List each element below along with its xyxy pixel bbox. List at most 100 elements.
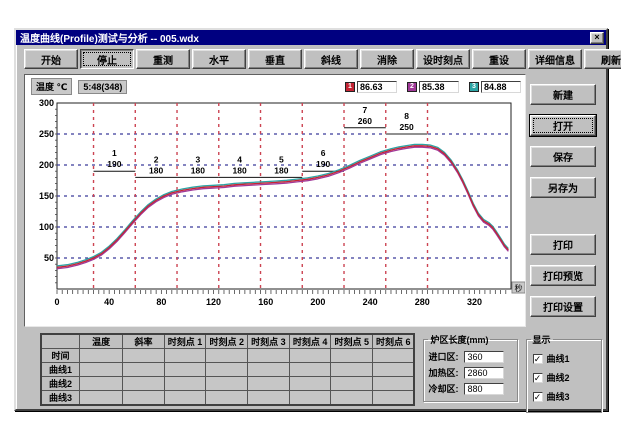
zone-number-label: 1 bbox=[112, 148, 117, 158]
table-cell bbox=[289, 391, 331, 406]
legend-temperature-value: 86.63 bbox=[357, 81, 397, 93]
x-tick-label: 200 bbox=[310, 297, 325, 307]
table-cell bbox=[373, 391, 415, 406]
bottom-panel: 温度斜率时刻点 1时刻点 2时刻点 3时刻点 4时刻点 5时刻点 6时间曲线1曲… bbox=[16, 327, 606, 413]
toolbar: 开始停止重测水平垂直斜线消除设时刻点重设详细信息刷新关闭 bbox=[16, 45, 606, 72]
zone-number-label: 4 bbox=[237, 154, 242, 164]
x-tick-label: 160 bbox=[258, 297, 273, 307]
oven-zone-field-row: 加热区:2860 bbox=[428, 366, 512, 379]
zone-set-temp-label: 260 bbox=[358, 116, 372, 126]
curve-visibility-checkbox[interactable]: ✓ bbox=[533, 392, 543, 402]
file-actions-column: 新建打开保存另存为打印打印预览打印设置 bbox=[526, 74, 600, 327]
zone-set-temp-label: 190 bbox=[107, 159, 121, 169]
oven-zone-length-input[interactable]: 880 bbox=[464, 383, 504, 395]
toolbar-button[interactable]: 重设 bbox=[472, 49, 526, 69]
table-cell bbox=[373, 377, 415, 391]
app-window: 温度曲线(Profile)测试与分析 -- 005.wdx × 开始停止重测水平… bbox=[14, 28, 608, 411]
close-icon[interactable]: × bbox=[590, 32, 604, 44]
curve-visibility-checkbox[interactable]: ✓ bbox=[533, 354, 543, 364]
cursor-time-readout: 5:48(348) bbox=[78, 80, 127, 94]
zone-number-label: 7 bbox=[363, 105, 368, 115]
y-tick-label: 200 bbox=[39, 160, 54, 170]
curve-visibility-label: 曲线1 bbox=[547, 352, 570, 365]
side-button[interactable]: 保存 bbox=[530, 146, 596, 167]
curve-legend: 186.63285.38384.88 bbox=[335, 81, 521, 93]
y-tick-label: 150 bbox=[39, 191, 54, 201]
toolbar-button[interactable]: 水平 bbox=[192, 49, 246, 69]
table-row: 曲线2 bbox=[41, 377, 414, 391]
zone-set-temp-label: 250 bbox=[400, 122, 414, 132]
toolbar-group: 水平垂直斜线消除 bbox=[192, 49, 416, 69]
table-column-header: 时刻点 4 bbox=[289, 334, 331, 349]
curve-visibility-checkbox[interactable]: ✓ bbox=[533, 373, 543, 383]
toolbar-button[interactable]: 设时刻点 bbox=[416, 49, 470, 69]
toolbar-button[interactable]: 停止 bbox=[80, 49, 134, 69]
toolbar-button[interactable]: 垂直 bbox=[248, 49, 302, 69]
y-axis-unit-label: 温度 ℃ bbox=[31, 78, 72, 95]
x-tick-label: 40 bbox=[104, 297, 114, 307]
table-column-header: 斜率 bbox=[123, 334, 164, 349]
zone-set-temp-label: 180 bbox=[274, 165, 288, 175]
table-column-header: 时刻点 1 bbox=[164, 334, 206, 349]
oven-zone-field-label: 冷却区: bbox=[428, 382, 464, 395]
table-cell bbox=[206, 377, 248, 391]
legend-item: 384.88 bbox=[469, 81, 521, 93]
zone-number-label: 8 bbox=[404, 111, 409, 121]
side-button[interactable]: 新建 bbox=[530, 84, 596, 105]
x-tick-label: 240 bbox=[363, 297, 378, 307]
side-button[interactable]: 打印设置 bbox=[530, 296, 596, 317]
table-cell bbox=[206, 349, 248, 363]
x-tick-label: 280 bbox=[415, 297, 430, 307]
oven-zone-field-row: 冷却区:880 bbox=[428, 382, 512, 395]
curve-visibility-row: ✓ 曲线1 bbox=[533, 352, 595, 365]
oven-zone-length-input[interactable]: 2860 bbox=[464, 367, 504, 379]
side-button[interactable]: 另存为 bbox=[530, 177, 596, 198]
toolbar-button[interactable]: 斜线 bbox=[304, 49, 358, 69]
table-row-label: 曲线1 bbox=[41, 363, 80, 377]
toolbar-button[interactable]: 消除 bbox=[360, 49, 414, 69]
titlebar[interactable]: 温度曲线(Profile)测试与分析 -- 005.wdx × bbox=[16, 30, 606, 45]
zone-set-temp-label: 190 bbox=[316, 159, 330, 169]
toolbar-button[interactable]: 刷新 bbox=[584, 49, 621, 69]
table-row: 曲线3 bbox=[41, 391, 414, 406]
side-button[interactable]: 打开 bbox=[530, 115, 596, 136]
table-cell bbox=[164, 349, 206, 363]
table-row: 曲线1 bbox=[41, 363, 414, 377]
toolbar-button[interactable]: 重测 bbox=[136, 49, 190, 69]
x-tick-label: 120 bbox=[206, 297, 221, 307]
toolbar-group: 详细信息刷新 bbox=[528, 49, 621, 69]
x-tick-label: 0 bbox=[54, 297, 59, 307]
table-column-header: 时刻点 2 bbox=[206, 334, 248, 349]
side-button[interactable]: 打印预览 bbox=[530, 265, 596, 286]
table-cell bbox=[164, 377, 206, 391]
legend-swatch: 2 bbox=[407, 82, 417, 92]
table-cell bbox=[289, 349, 331, 363]
table-cell bbox=[331, 363, 373, 377]
table-cell bbox=[123, 377, 164, 391]
oven-zone-length-input[interactable]: 360 bbox=[464, 351, 504, 363]
table-cell bbox=[164, 363, 206, 377]
main-area: 温度 ℃ 5:48(348) 186.63285.38384.88 501001… bbox=[16, 72, 606, 327]
table-cell bbox=[248, 363, 290, 377]
table-column-header: 时刻点 3 bbox=[248, 334, 290, 349]
zone-number-label: 3 bbox=[196, 154, 201, 164]
zone-number-label: 5 bbox=[279, 154, 284, 164]
legend-swatch: 3 bbox=[469, 82, 479, 92]
legend-swatch: 1 bbox=[345, 82, 355, 92]
table-row-label: 曲线3 bbox=[41, 391, 80, 406]
toolbar-button[interactable]: 开始 bbox=[24, 49, 78, 69]
side-button[interactable]: 打印 bbox=[530, 234, 596, 255]
table-cell bbox=[373, 349, 415, 363]
table-column-header: 时刻点 6 bbox=[373, 334, 415, 349]
display-group-title: 显示 bbox=[531, 333, 553, 346]
zone-number-label: 2 bbox=[154, 154, 159, 164]
temperature-profile-chart[interactable]: 5010015020025030011902180318041805180619… bbox=[27, 95, 525, 323]
oven-zone-length-group: 炉区长度(mm) 进口区:360加热区:2860冷却区:880 bbox=[423, 333, 517, 402]
y-tick-label: 250 bbox=[39, 129, 54, 139]
chart-panel: 温度 ℃ 5:48(348) 186.63285.38384.88 501001… bbox=[24, 74, 526, 327]
table-column-header: 温度 bbox=[80, 334, 123, 349]
table-cell bbox=[331, 391, 373, 406]
toolbar-button[interactable]: 详细信息 bbox=[528, 49, 582, 69]
legend-item: 186.63 bbox=[345, 81, 397, 93]
y-tick-label: 100 bbox=[39, 222, 54, 232]
